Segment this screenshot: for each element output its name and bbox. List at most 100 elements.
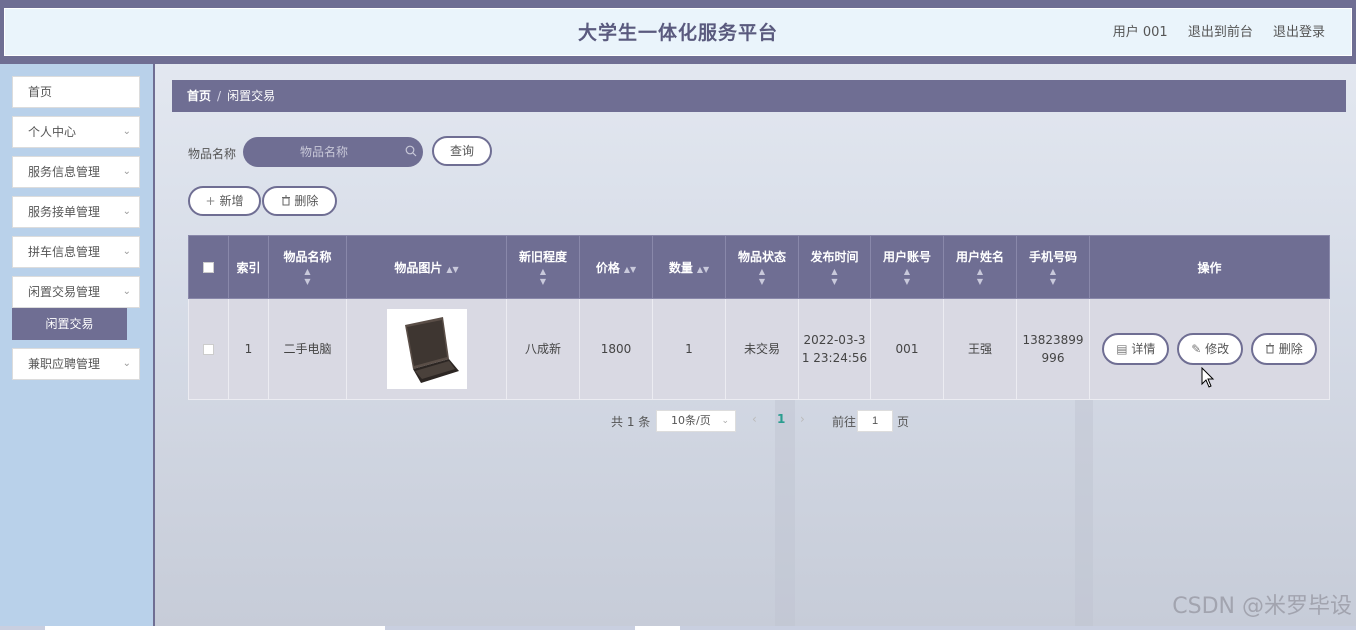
header-label: 新旧程度 <box>518 249 567 264</box>
goto-label: 前往 <box>832 415 857 429</box>
detail-button[interactable]: ▤ 详情 <box>1102 333 1170 365</box>
sidebar-item-carpool[interactable]: 拼车信息管理 ⌄ <box>12 236 140 268</box>
phone-line1: 13823899 <box>1022 333 1084 347</box>
sidebar-item-label: 个人中心 <box>28 125 77 139</box>
user-links: 用户 001 退出到前台 退出登录 <box>1113 9 1325 57</box>
search-input[interactable] <box>243 137 423 167</box>
header-label: 手机号码 <box>1028 249 1077 264</box>
header-quantity[interactable]: 数量 ▲▼ <box>652 235 726 299</box>
bottom-strip-segment <box>45 626 385 630</box>
sort-icon[interactable]: ▲▼ <box>697 265 709 274</box>
header-label: 数量 <box>668 260 693 275</box>
delete-button[interactable]: 删除 <box>262 186 337 216</box>
header-label: 发布时间 <box>810 249 859 264</box>
page-size-select[interactable]: 10条/页 ⌄ <box>656 410 736 432</box>
breadcrumb: 首页 / 闲置交易 <box>172 80 1346 112</box>
select-all-checkbox[interactable] <box>203 262 214 273</box>
cell-image <box>346 298 507 400</box>
sort-icon[interactable]: ▲▼ <box>944 267 1016 287</box>
table-row: 1 二手电脑 八成新 1800 1 未交易 2022-03-3 1 23:24:… <box>188 298 1330 400</box>
add-button[interactable]: + 新增 <box>188 186 261 216</box>
current-user: 用户 001 <box>1112 25 1168 40</box>
publish-time-line1: 2022-03-3 <box>803 333 866 347</box>
item-thumbnail[interactable] <box>386 309 467 389</box>
top-header: 大学生一体化服务平台 用户 001 退出到前台 退出登录 <box>4 8 1352 56</box>
laptop-icon <box>404 317 459 383</box>
header-ops: 操作 <box>1089 235 1330 299</box>
cell-select <box>188 298 229 400</box>
logout-link[interactable]: 退出登录 <box>1273 25 1325 40</box>
cell-condition: 八成新 <box>506 298 580 400</box>
exit-to-front-link[interactable]: 退出到前台 <box>1188 25 1253 40</box>
pagination-total: 共 1 条 <box>611 415 651 429</box>
sort-icon[interactable]: ▲▼ <box>507 267 579 287</box>
chevron-down-icon: ⌄ <box>721 416 729 426</box>
header-label: 用户账号 <box>882 249 931 264</box>
header-label: 物品名称 <box>283 249 332 264</box>
table-header-row: 索引 物品名称 ▲ ▼ 物品图片 ▲▼ 新旧程度 ▲ ▼ 价格 ▲▼ 数量 ▲▼ 物品状态 ▲ ▼… <box>188 235 1330 299</box>
main-content: 首页 / 闲置交易 物品名称 查询 + 新增 删除 索引 物品名称 ▲▼ <box>155 64 1356 630</box>
watermark: CSDN @米罗毕设 <box>1172 594 1352 619</box>
sort-icon[interactable]: ▲▼ <box>1017 267 1089 287</box>
header-label: 价格 <box>595 260 620 275</box>
sidebar-item-label: 服务信息管理 <box>28 165 101 179</box>
header-account[interactable]: 用户账号 ▲ ▼ <box>870 235 944 299</box>
prev-page-icon[interactable]: ‹ <box>752 412 757 426</box>
cell-user-name: 王强 <box>943 298 1017 400</box>
header-image[interactable]: 物品图片 ▲▼ <box>346 235 507 299</box>
sidebar-subitem-idle-trade[interactable]: 闲置交易 <box>12 308 127 340</box>
sidebar-item-service-orders[interactable]: 服务接单管理 ⌄ <box>12 196 140 228</box>
plus-icon: + <box>205 194 216 208</box>
sidebar-item-label: 闲置交易管理 <box>28 285 101 299</box>
header-publish-time[interactable]: 发布时间 ▲ ▼ <box>798 235 871 299</box>
header-status[interactable]: 物品状态 ▲ ▼ <box>725 235 799 299</box>
chevron-down-icon: ⌄ <box>122 286 131 297</box>
cell-phone: 13823899 996 <box>1016 298 1090 400</box>
breadcrumb-current: 闲置交易 <box>227 89 276 103</box>
next-page-icon[interactable]: › <box>800 412 805 426</box>
query-button[interactable]: 查询 <box>432 136 492 166</box>
row-checkbox[interactable] <box>203 344 214 355</box>
sidebar-item-service-info[interactable]: 服务信息管理 ⌄ <box>12 156 140 188</box>
sort-icon[interactable]: ▲▼ <box>269 267 346 287</box>
header-label: 物品图片 <box>394 260 443 275</box>
row-delete-button[interactable]: 删除 <box>1250 333 1317 365</box>
sidebar-item-idle-trade[interactable]: 闲置交易管理 ⌄ <box>12 276 140 308</box>
chevron-down-icon: ⌄ <box>122 166 131 177</box>
phone-line2: 996 <box>1041 351 1065 365</box>
sort-icon[interactable]: ▲▼ <box>726 267 798 287</box>
sort-icon[interactable]: ▲▼ <box>624 265 636 274</box>
row-delete-button-label: 删除 <box>1278 342 1303 356</box>
sidebar-item-part-time[interactable]: 兼职应聘管理 ⌄ <box>12 348 140 380</box>
goto-page-input[interactable] <box>857 410 893 432</box>
sidebar-item-home[interactable]: 首页 <box>12 76 140 108</box>
header-name[interactable]: 物品名称 ▲ ▼ <box>268 235 347 299</box>
current-page-number[interactable]: 1 <box>777 412 785 426</box>
chevron-down-icon: ⌄ <box>122 206 131 217</box>
search-icon <box>405 145 417 157</box>
sidebar-item-label: 拼车信息管理 <box>28 245 101 259</box>
cell-status: 未交易 <box>725 298 799 400</box>
sidebar-item-label: 服务接单管理 <box>28 205 101 219</box>
header-phone[interactable]: 手机号码 ▲ ▼ <box>1016 235 1090 299</box>
header-index: 索引 <box>228 235 269 299</box>
page-unit-label: 页 <box>897 415 910 429</box>
idle-trade-table: 索引 物品名称 ▲ ▼ 物品图片 ▲▼ 新旧程度 ▲ ▼ 价格 ▲▼ 数量 ▲▼ 物品状态 ▲ ▼… <box>188 235 1330 400</box>
header-user-name[interactable]: 用户姓名 ▲ ▼ <box>943 235 1017 299</box>
cell-account: 001 <box>870 298 944 400</box>
sort-icon[interactable]: ▲▼ <box>446 265 458 274</box>
breadcrumb-home[interactable]: 首页 <box>187 89 211 103</box>
header-select-all <box>188 235 229 299</box>
pencil-icon: ✎ <box>1191 342 1202 356</box>
header-condition[interactable]: 新旧程度 ▲ ▼ <box>506 235 580 299</box>
cell-publish-time: 2022-03-3 1 23:24:56 <box>798 298 871 400</box>
header-price[interactable]: 价格 ▲▼ <box>579 235 653 299</box>
sort-icon[interactable]: ▲▼ <box>871 267 943 287</box>
sort-icon[interactable]: ▲▼ <box>799 267 870 287</box>
edit-button[interactable]: ✎ 修改 <box>1177 333 1244 365</box>
bottom-strip <box>0 626 1356 630</box>
detail-button-label: 详情 <box>1131 342 1156 356</box>
sidebar-item-personal-center[interactable]: 个人中心 ⌄ <box>12 116 140 148</box>
header-label: 物品状态 <box>737 249 786 264</box>
document-icon: ▤ <box>1116 342 1128 356</box>
